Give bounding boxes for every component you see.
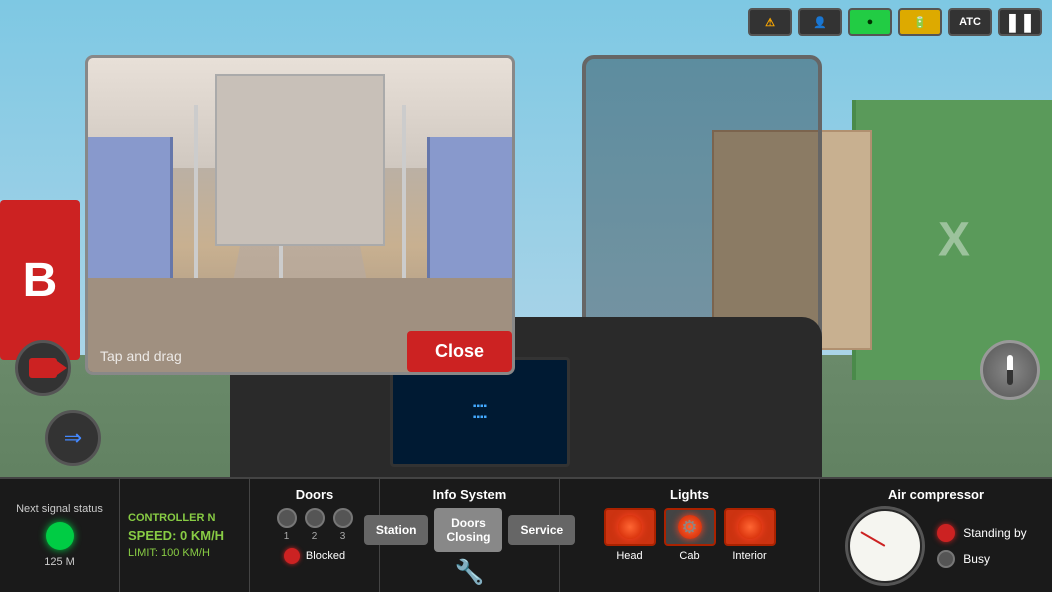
pole-1 (194, 105, 198, 293)
tap-drag-label: Tap and drag (100, 348, 182, 364)
door-2-light (305, 508, 325, 528)
limit-display: LIMIT: 100 KM/H (128, 547, 241, 559)
lights-buttons: Head ⚙ Cab Interior (604, 508, 776, 562)
door-2-num: 2 (312, 531, 318, 542)
standing-by-row: Standing by (937, 524, 1026, 542)
pause-button[interactable]: ❚❚ (998, 8, 1042, 36)
controller-label: CONTROLLER N (128, 512, 241, 524)
bottom-hud: Next signal status 125 M CONTROLLER N SP… (0, 477, 1052, 592)
pole-3 (402, 105, 406, 293)
building-green (852, 100, 1052, 380)
cab-light-label: Cab (679, 550, 699, 562)
atc-label: ATC (959, 16, 981, 28)
green-status-button[interactable]: ● (848, 8, 892, 36)
door-2-indicator: 2 (305, 508, 325, 542)
cab-light-indicator: ⚙ (664, 508, 716, 546)
interior-light-indicator (724, 508, 776, 546)
atc-button[interactable]: ATC (948, 8, 992, 36)
pause-icon: ❚❚ (1005, 12, 1035, 33)
blocked-row: Blocked (284, 548, 345, 564)
blocked-indicator (284, 548, 300, 564)
head-light-indicator (604, 508, 656, 546)
nav-icon: ⇒ (64, 425, 82, 451)
standing-by-dot (937, 524, 955, 542)
info-buttons: Station DoorsClosing Service (364, 508, 575, 552)
wrench-icon: 🔧 (455, 558, 485, 587)
door-3-num: 3 (340, 531, 346, 542)
busy-dot (937, 550, 955, 568)
top-hud: ⚠ 👤 ● 🔋 ATC ❚❚ (748, 8, 1042, 36)
b-label: B (23, 253, 58, 308)
screen-display: ▪▪▪▪▪▪▪▪ (473, 401, 487, 423)
signal-distance: 125 M (44, 556, 75, 568)
gauge-face (850, 511, 920, 581)
close-button[interactable]: Close (407, 331, 512, 372)
info-system-title: Info System (433, 487, 507, 502)
door-3-indicator: 3 (333, 508, 353, 542)
person-button[interactable]: 👤 (798, 8, 842, 36)
interior-light-label: Interior (732, 550, 766, 562)
compressor-title: Air compressor (888, 487, 984, 502)
battery-button[interactable]: 🔋 (898, 8, 942, 36)
head-light-label: Head (616, 550, 642, 562)
door-1-num: 1 (284, 531, 290, 542)
doors-title: Doors (296, 487, 334, 502)
signal-title: Next signal status (16, 503, 103, 516)
busy-row: Busy (937, 550, 1026, 568)
gauge-needle (861, 531, 886, 547)
controller-section: CONTROLLER N SPEED: 0 KM/H LIMIT: 100 KM… (120, 479, 250, 592)
door-1-indicator: 1 (277, 508, 297, 542)
station-button[interactable]: Station (364, 515, 429, 545)
camera-button[interactable] (15, 340, 71, 396)
compressor-section: Air compressor Standing by Busy (820, 479, 1052, 592)
cab-knob-icon: ⚙ (681, 517, 697, 538)
back-wall (215, 74, 385, 247)
compass[interactable] (980, 340, 1040, 400)
compass-needle (1007, 355, 1013, 385)
seat-right (427, 137, 512, 278)
b-panel[interactable]: B (0, 200, 80, 360)
warning-icon: ⚠ (765, 16, 775, 29)
battery-icon: 🔋 (913, 16, 927, 29)
warning-button[interactable]: ⚠ (748, 8, 792, 36)
signal-section: Next signal status 125 M (0, 479, 120, 592)
blocked-label: Blocked (306, 550, 345, 562)
head-light-btn[interactable]: Head (604, 508, 656, 562)
doors-closing-button[interactable]: DoorsClosing (434, 508, 502, 552)
signal-light (46, 522, 74, 550)
camera-icon (29, 358, 57, 378)
busy-label: Busy (963, 552, 990, 566)
person-icon: 👤 (813, 16, 827, 29)
interior-camera-popup: Tap and drag Close (85, 55, 515, 375)
interior-view (88, 58, 512, 372)
green-icon: ● (867, 16, 874, 28)
seat-left (88, 137, 173, 278)
interior-light-btn[interactable]: Interior (724, 508, 776, 562)
door-indicators: 1 2 3 (277, 508, 353, 542)
info-system-section: Info System Station DoorsClosing Service… (380, 479, 560, 592)
door-1-light (277, 508, 297, 528)
lights-title: Lights (670, 487, 709, 502)
door-3-light (333, 508, 353, 528)
doors-section: Doors 1 2 3 Blocked (250, 479, 380, 592)
cab-light-btn[interactable]: ⚙ Cab (664, 508, 716, 562)
pressure-gauge (845, 506, 925, 586)
speed-display: SPEED: 0 KM/H (128, 528, 241, 543)
lights-section: Lights Head ⚙ Cab Interior (560, 479, 820, 592)
game-view: ⚠ 👤 ● 🔋 ATC ❚❚ B ⇒ (0, 0, 1052, 592)
compressor-content: Standing by Busy (845, 506, 1026, 586)
standing-by-label: Standing by (963, 526, 1026, 540)
nav-button[interactable]: ⇒ (45, 410, 101, 466)
compressor-status-list: Standing by Busy (937, 524, 1026, 568)
